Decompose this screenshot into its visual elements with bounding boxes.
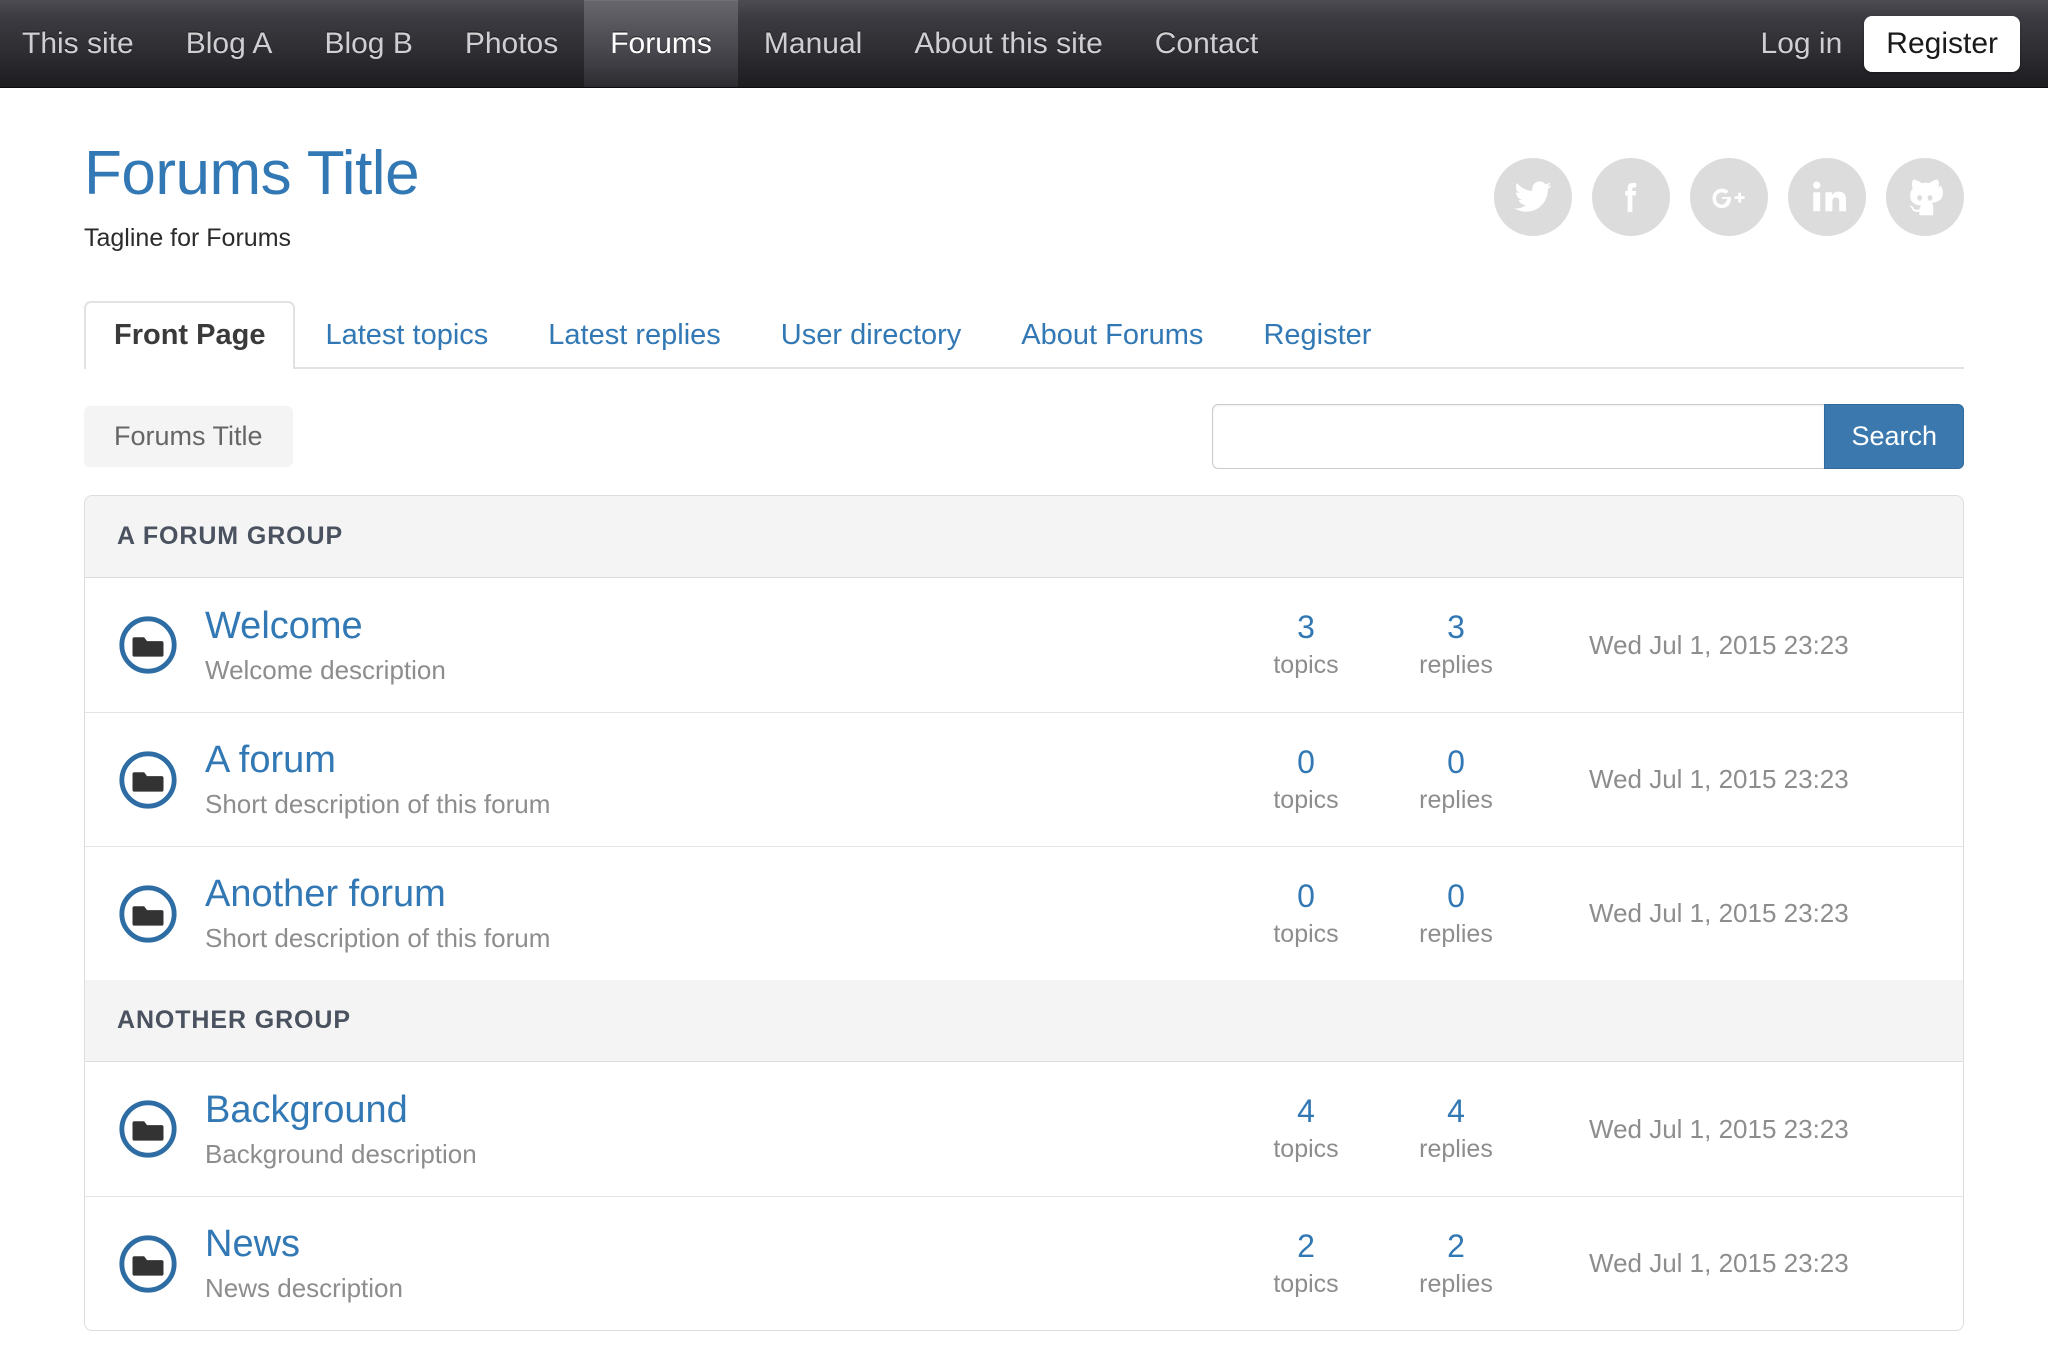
navbar-links: This site Blog A Blog B Photos Forums Manual A… <box>0 0 1284 87</box>
forum-row[interactable]: Another forum Short description of this f… <box>85 846 1963 980</box>
forum-list-table: A FORUM GROUP Welcome Welcome description 3… <box>84 495 1964 1332</box>
replies-count-cell: 3 replies <box>1381 609 1531 680</box>
last-post-date: Wed Jul 1, 2015 23:23 <box>1589 629 1849 660</box>
folder-icon <box>117 749 179 811</box>
forum-name-link[interactable]: Background <box>205 1089 408 1133</box>
search-input[interactable] <box>1212 403 1825 469</box>
replies-count[interactable]: 0 <box>1381 878 1531 914</box>
page-container: Forums Title Tagline for Forums Front Pa… <box>0 88 2048 1332</box>
topics-count-cell: 2 topics <box>1231 1228 1381 1299</box>
nav-item-this-site[interactable]: This site <box>0 0 160 87</box>
tab-front-page[interactable]: Front Page <box>84 301 296 370</box>
nav-item-manual[interactable]: Manual <box>738 0 888 87</box>
topics-count[interactable]: 0 <box>1231 744 1381 780</box>
folder-icon <box>117 1098 179 1160</box>
tab-latest-topics[interactable]: Latest topics <box>295 301 518 367</box>
forum-name-link[interactable]: A forum <box>205 739 336 783</box>
replies-label: replies <box>1419 651 1493 680</box>
nav-item-forums[interactable]: Forums <box>584 0 738 87</box>
topics-count[interactable]: 2 <box>1231 1228 1381 1264</box>
page-title: Forums Title <box>84 139 420 208</box>
forum-description: Background description <box>205 1138 477 1169</box>
last-post-date: Wed Jul 1, 2015 23:23 <box>1589 1248 1849 1279</box>
replies-label: replies <box>1419 919 1493 948</box>
facebook-icon[interactable] <box>1592 158 1670 236</box>
replies-label: replies <box>1419 1135 1493 1164</box>
utility-row: Forums Title Search <box>84 403 1964 469</box>
folder-icon <box>117 883 179 945</box>
nav-item-blog-a[interactable]: Blog A <box>160 0 299 87</box>
breadcrumb[interactable]: Forums Title <box>84 405 293 467</box>
search-form: Search <box>1212 403 1964 469</box>
forum-info: Another forum Short description of this f… <box>205 873 1231 954</box>
topics-count-cell: 0 topics <box>1231 878 1381 949</box>
topics-count-cell: 3 topics <box>1231 609 1381 680</box>
tab-about-forums[interactable]: About Forums <box>991 301 1233 367</box>
google-plus-icon[interactable] <box>1690 158 1768 236</box>
forum-row[interactable]: Background Background description 4 topics 4… <box>85 1062 1963 1196</box>
nav-item-blog-b[interactable]: Blog B <box>298 0 438 87</box>
tab-latest-replies[interactable]: Latest replies <box>518 301 751 367</box>
forum-group-header: A FORUM GROUP <box>85 496 1963 579</box>
replies-count[interactable]: 0 <box>1381 744 1531 780</box>
topics-count-cell: 4 topics <box>1231 1093 1381 1164</box>
nav-item-photos[interactable]: Photos <box>439 0 584 87</box>
page-tagline: Tagline for Forums <box>84 224 292 253</box>
log-in-link[interactable]: Log in <box>1739 27 1865 61</box>
last-post-date: Wed Jul 1, 2015 23:23 <box>1589 898 1849 929</box>
page-header-text: Forums Title Tagline for Forums <box>84 139 1494 253</box>
topics-label: topics <box>1273 1269 1339 1298</box>
replies-count[interactable]: 3 <box>1381 609 1531 645</box>
tab-register[interactable]: Register <box>1233 301 1401 367</box>
replies-label: replies <box>1419 1269 1493 1298</box>
nav-item-contact[interactable]: Contact <box>1129 0 1284 87</box>
replies-count-cell: 0 replies <box>1381 744 1531 815</box>
topics-count[interactable]: 4 <box>1231 1093 1381 1129</box>
topics-label: topics <box>1273 1135 1339 1164</box>
replies-count-cell: 4 replies <box>1381 1093 1531 1164</box>
register-button[interactable]: Register <box>1864 15 2020 72</box>
forum-info: Welcome Welcome description <box>205 605 1231 686</box>
topics-count[interactable]: 0 <box>1231 878 1381 914</box>
social-links <box>1494 140 1964 236</box>
replies-count-cell: 2 replies <box>1381 1228 1531 1299</box>
forum-row[interactable]: Welcome Welcome description 3 topics 3 replie… <box>85 578 1963 712</box>
navbar-account-actions: Log in Register <box>1739 0 2048 87</box>
topics-label: topics <box>1273 919 1339 948</box>
github-icon[interactable] <box>1886 158 1964 236</box>
forum-description: Welcome description <box>205 654 446 685</box>
forum-description: Short description of this forum <box>205 789 551 820</box>
forum-description: Short description of this forum <box>205 923 551 954</box>
folder-icon <box>117 614 179 676</box>
search-button[interactable]: Search <box>1824 403 1964 469</box>
forum-name-link[interactable]: Welcome <box>205 605 363 649</box>
topics-label: topics <box>1273 651 1339 680</box>
replies-count[interactable]: 4 <box>1381 1093 1531 1129</box>
forum-row[interactable]: News News description 2 topics 2 replies Wed J… <box>85 1196 1963 1330</box>
folder-icon <box>117 1233 179 1295</box>
replies-count[interactable]: 2 <box>1381 1228 1531 1264</box>
forum-info: A forum Short description of this forum <box>205 739 1231 820</box>
tab-user-directory[interactable]: User directory <box>751 301 992 367</box>
forum-info: News News description <box>205 1223 1231 1304</box>
forum-group-header: ANOTHER GROUP <box>85 980 1963 1063</box>
forum-row[interactable]: A forum Short description of this forum 0 t… <box>85 712 1963 846</box>
last-post-date: Wed Jul 1, 2015 23:23 <box>1589 764 1849 795</box>
forum-info: Background Background description <box>205 1089 1231 1170</box>
forum-name-link[interactable]: News <box>205 1223 300 1267</box>
replies-count-cell: 0 replies <box>1381 878 1531 949</box>
topics-count-cell: 0 topics <box>1231 744 1381 815</box>
forum-description: News description <box>205 1273 403 1304</box>
topics-label: topics <box>1273 785 1339 814</box>
nav-item-about-this-site[interactable]: About this site <box>888 0 1128 87</box>
page-header: Forums Title Tagline for Forums <box>84 88 1964 253</box>
forum-tabs: Front Page Latest topics Latest replies Use… <box>84 301 1964 370</box>
linkedin-icon[interactable] <box>1788 158 1866 236</box>
replies-label: replies <box>1419 785 1493 814</box>
top-navbar: This site Blog A Blog B Photos Forums Manual A… <box>0 0 2048 88</box>
last-post-date: Wed Jul 1, 2015 23:23 <box>1589 1113 1849 1144</box>
forum-name-link[interactable]: Another forum <box>205 873 446 917</box>
twitter-icon[interactable] <box>1494 158 1572 236</box>
topics-count[interactable]: 3 <box>1231 609 1381 645</box>
